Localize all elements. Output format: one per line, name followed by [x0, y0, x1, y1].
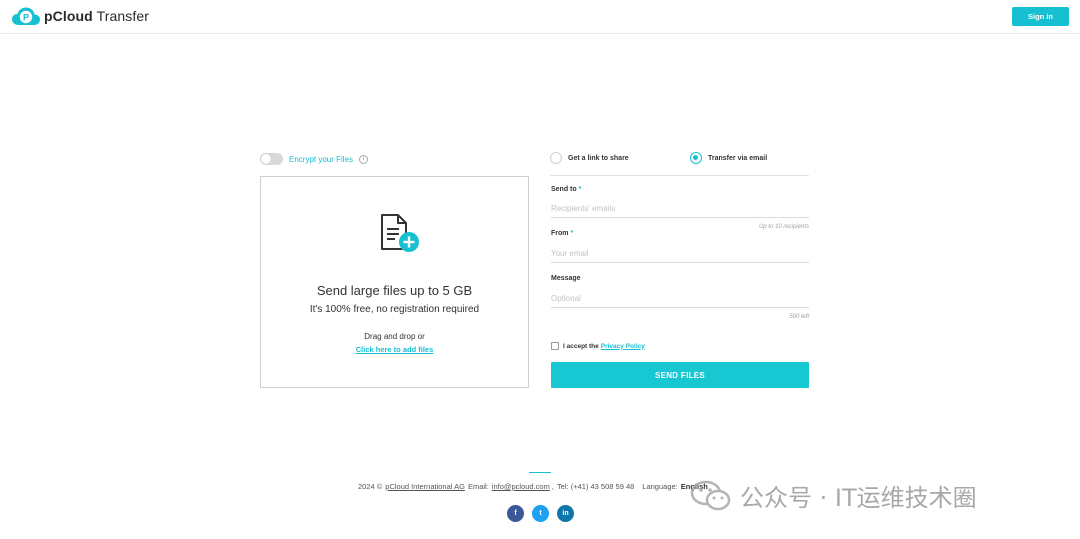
- footer-email-label: Email:: [467, 482, 489, 491]
- accept-text: I accept the: [563, 342, 599, 350]
- pcloud-logo[interactable]: P pCloud Transfer: [11, 6, 149, 26]
- dropzone-subtitle: It's 100% free, no registration required: [309, 304, 480, 315]
- send-files-button[interactable]: SEND FILES: [551, 362, 809, 388]
- message-input[interactable]: [551, 290, 809, 308]
- file-dropzone[interactable]: Send large files up to 5 GB It's 100% fr…: [260, 176, 529, 388]
- message-char-count: 500 left: [789, 314, 809, 320]
- footer-info: 2024 © pCloud International AG Email: in…: [358, 482, 708, 491]
- wechat-watermark: 公众号 · IT运维技术圈: [690, 478, 977, 513]
- info-icon[interactable]: i: [359, 154, 369, 164]
- logo-text: pCloud Transfer: [44, 8, 149, 24]
- accept-privacy-row: I accept the Privacy Policy: [551, 342, 645, 350]
- svg-text:P: P: [23, 12, 29, 22]
- footer-email-link[interactable]: info@pcloud.com: [492, 482, 550, 491]
- dropzone-title: Send large files up to 5 GB: [316, 283, 473, 298]
- footer-copyright: 2024 ©: [358, 482, 383, 491]
- radio-get-link-circle[interactable]: [550, 152, 562, 164]
- add-file-icon: [381, 214, 419, 252]
- radio-transfer-email-label[interactable]: Transfer via email: [708, 155, 767, 162]
- message-label: Message: [551, 275, 581, 282]
- facebook-icon[interactable]: f: [507, 505, 524, 522]
- twitter-icon[interactable]: t: [532, 505, 549, 522]
- send-to-label: Send to *: [551, 186, 582, 193]
- linkedin-icon[interactable]: in: [557, 505, 574, 522]
- send-to-input[interactable]: [551, 200, 809, 218]
- add-files-link[interactable]: Click here to add files: [261, 345, 528, 354]
- footer-company-link[interactable]: pCloud International AG: [385, 482, 465, 491]
- pcloud-cloud-icon: P: [12, 7, 40, 25]
- drag-drop-text: Drag and drop or: [364, 332, 425, 341]
- encrypt-toggle[interactable]: [260, 153, 283, 165]
- from-input[interactable]: [551, 245, 809, 263]
- radio-get-link[interactable]: Get a link to share: [550, 152, 629, 164]
- footer-divider: [529, 472, 551, 473]
- radio-transfer-email-circle[interactable]: [690, 152, 702, 164]
- encrypt-files-row: Encrypt your Files i: [260, 152, 369, 166]
- radio-transfer-email[interactable]: Transfer via email: [690, 152, 767, 164]
- footer-comma: ,: [551, 482, 554, 491]
- wechat-icon: [690, 480, 731, 510]
- from-label: From *: [551, 230, 574, 237]
- radio-get-link-label[interactable]: Get a link to share: [568, 155, 629, 162]
- top-header: P pCloud Transfer Sign in: [0, 0, 1080, 34]
- social-links: f t in: [507, 505, 582, 522]
- sign-in-button[interactable]: Sign in: [1012, 7, 1069, 26]
- recipients-hint: Up to 10 recipients: [758, 224, 809, 230]
- transfer-mode-selector: Get a link to share Transfer via email: [550, 150, 809, 176]
- encrypt-label[interactable]: Encrypt your Files: [289, 155, 353, 164]
- footer-tel: Tel: (+41) 43 508 59 48: [556, 482, 635, 491]
- footer-language-label: Language:: [642, 482, 678, 491]
- accept-checkbox[interactable]: [551, 342, 559, 350]
- privacy-policy-link[interactable]: Privacy Policy: [601, 343, 645, 350]
- watermark-text: 公众号 · IT运维技术圈: [740, 484, 977, 512]
